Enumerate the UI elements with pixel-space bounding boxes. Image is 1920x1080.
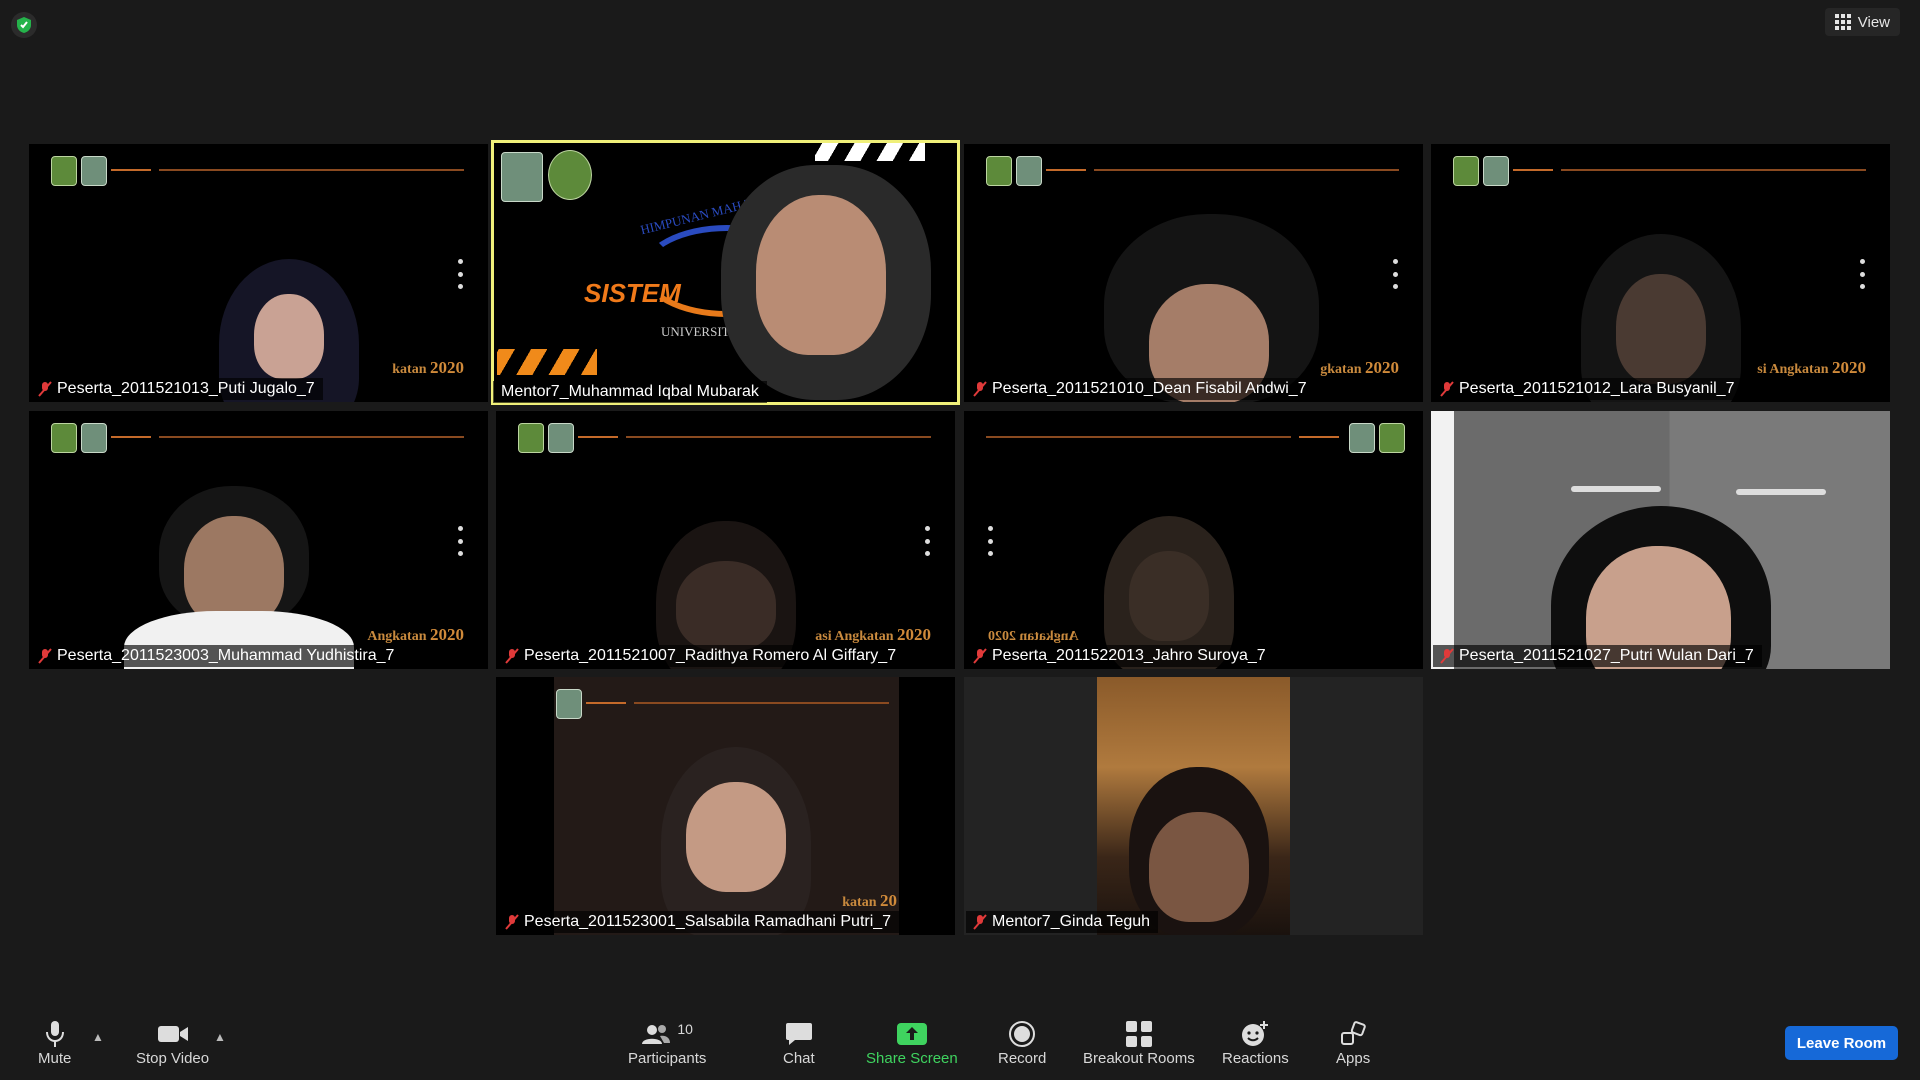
breakout-rooms-button[interactable]: Breakout Rooms — [1083, 1018, 1195, 1067]
view-label: View — [1857, 13, 1890, 31]
video-tile[interactable]: gkatan 2020 Peserta_2011521010_Dean Fisa… — [964, 144, 1423, 402]
background-caption: katan 2020 — [392, 358, 464, 377]
muted-mic-icon — [505, 648, 519, 664]
background-caption: Angkatan 2020 — [367, 625, 464, 644]
video-tile[interactable]: Angkatan 2020 Peserta_2011523003_Muhamma… — [29, 411, 488, 669]
muted-mic-icon — [38, 381, 52, 397]
participant-name-tag: Peserta_2011523001_Salsabila Ramadhani P… — [498, 911, 900, 933]
muted-mic-icon — [38, 648, 52, 664]
participant-name-tag: Peserta_2011522013_Jahro Suroya_7 — [966, 645, 1274, 667]
video-tile[interactable]: Peserta_2011521027_Putri Wulan Dari_7 — [1431, 411, 1890, 669]
video-tile[interactable]: asi Angkatan 2020 Peserta_2011521007_Rad… — [496, 411, 955, 669]
participant-name-tag: Peserta_2011521010_Dean Fisabil Andwi_7 — [966, 378, 1315, 400]
meeting-toolbar: Mute ▲ Stop Video ▲ 10 Participants Chat… — [0, 1010, 1920, 1080]
logo-text-sistem: SISTEM — [584, 278, 681, 308]
banner-decoration — [986, 423, 1405, 455]
share-screen-icon — [896, 1023, 927, 1045]
muted-mic-icon — [973, 648, 987, 664]
reactions-button[interactable]: Reactions — [1222, 1018, 1289, 1067]
apps-button[interactable]: Apps — [1336, 1018, 1370, 1067]
background-caption: katan 20 — [842, 891, 897, 910]
microphone-icon — [45, 1021, 64, 1047]
security-shield-icon[interactable] — [11, 12, 37, 38]
participant-name-tag: Peserta_2011521007_Radithya Romero Al Gi… — [498, 645, 905, 667]
banner-decoration — [986, 156, 1401, 188]
muted-mic-icon — [1440, 648, 1454, 664]
participant-name-tag: Mentor7_Muhammad Iqbal Mubarak — [493, 381, 767, 403]
reactions-smiley-icon — [1242, 1021, 1269, 1046]
video-options-caret-icon[interactable]: ▲ — [214, 1030, 226, 1044]
breakout-rooms-icon — [1125, 1021, 1152, 1047]
grid-view-icon — [1834, 14, 1851, 30]
participants-count: 10 — [677, 1021, 693, 1037]
banner-decoration — [518, 423, 933, 455]
share-screen-button[interactable]: Share Screen — [866, 1018, 958, 1067]
banner-decoration — [51, 156, 466, 188]
video-tile[interactable]: Angkatan 2020 Peserta_2011522013_Jahro S… — [964, 411, 1423, 669]
participant-name-tag: Peserta_2011521012_Lara Busyanil_7 — [1433, 378, 1743, 400]
video-tile-active-speaker[interactable]: HIMPUNAN MAHAS SISTEM UNIVERSITAS Mentor… — [491, 140, 960, 405]
banner-decoration — [556, 689, 895, 721]
participant-name-tag: Peserta_2011521027_Putri Wulan Dari_7 — [1433, 645, 1762, 667]
chat-bubble-icon — [785, 1023, 812, 1045]
stop-video-button[interactable]: Stop Video — [136, 1018, 209, 1067]
leave-room-button[interactable]: Leave Room — [1785, 1026, 1898, 1060]
more-options-icon[interactable] — [1860, 259, 1866, 289]
record-icon — [1009, 1021, 1036, 1047]
view-button[interactable]: View — [1824, 8, 1900, 36]
background-caption: gkatan 2020 — [1320, 358, 1399, 377]
mute-button[interactable]: Mute — [38, 1018, 71, 1067]
apps-icon — [1341, 1021, 1366, 1045]
participant-name-tag: Mentor7_Ginda Teguh — [966, 911, 1159, 933]
more-options-icon[interactable] — [1393, 259, 1399, 289]
chat-button[interactable]: Chat — [783, 1018, 815, 1067]
audio-options-caret-icon[interactable]: ▲ — [92, 1030, 104, 1044]
more-options-icon[interactable] — [925, 526, 931, 556]
video-tile[interactable]: si Angkatan 2020 Peserta_2011521012_Lara… — [1431, 144, 1890, 402]
participants-button[interactable]: 10 Participants — [628, 1018, 706, 1067]
muted-mic-icon — [973, 381, 987, 397]
muted-mic-icon — [973, 914, 987, 930]
more-options-icon[interactable] — [458, 259, 464, 289]
video-tile[interactable]: katan 2020 Peserta_2011521013_Puti Jugal… — [29, 144, 488, 402]
participant-name-tag: Peserta_2011521013_Puti Jugalo_7 — [31, 378, 323, 400]
video-camera-icon — [157, 1026, 188, 1042]
background-caption-mirrored: Angkatan 2020 — [988, 629, 1079, 644]
banner-decoration — [51, 423, 466, 455]
video-tile[interactable]: katan 20 Peserta_2011523001_Salsabila Ra… — [496, 677, 955, 935]
more-options-icon[interactable] — [458, 526, 464, 556]
muted-mic-icon — [505, 914, 519, 930]
record-button[interactable]: Record — [998, 1018, 1046, 1067]
more-options-icon[interactable] — [988, 526, 994, 556]
background-caption: asi Angkatan 2020 — [815, 625, 931, 644]
participants-icon — [642, 1025, 671, 1044]
banner-decoration — [1453, 156, 1868, 188]
participant-name-tag: Peserta_2011523003_Muhammad Yudhistira_7 — [31, 645, 403, 667]
video-tile[interactable]: Mentor7_Ginda Teguh — [964, 677, 1423, 935]
muted-mic-icon — [1440, 381, 1454, 397]
background-caption: si Angkatan 2020 — [1757, 358, 1866, 377]
